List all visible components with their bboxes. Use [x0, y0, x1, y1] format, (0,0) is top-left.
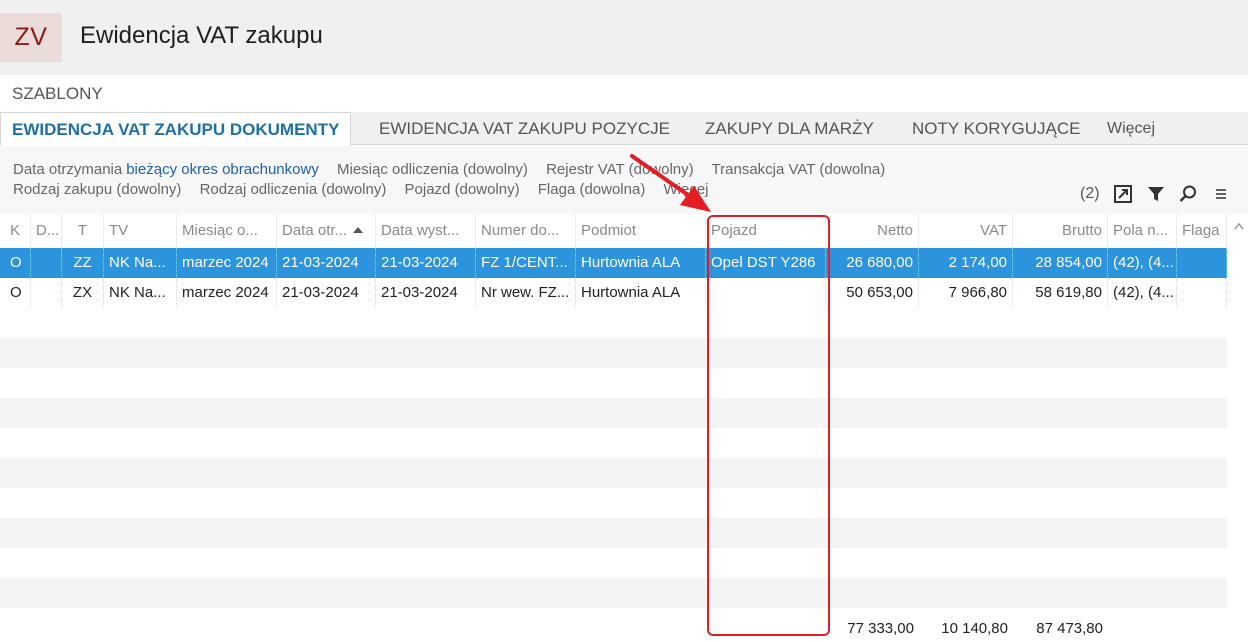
filter-icon[interactable] — [1145, 183, 1167, 205]
filter-data-otrzymania-label: Data otrzymania — [13, 161, 123, 178]
filter-wiecej[interactable]: Więcej — [664, 181, 709, 198]
column-header-pola-numeryczne[interactable]: Pola n... — [1108, 214, 1177, 248]
empty-row — [0, 488, 1227, 518]
total-vat: 10 140,80 — [941, 620, 1008, 637]
empty-row — [0, 518, 1227, 548]
filter-miesiac-odliczenia[interactable]: Miesiąc odliczenia (dowolny) — [337, 161, 528, 178]
cell-numer-dokumentu: Nr wew. FZ... — [476, 278, 576, 308]
column-header-data-otrzymania[interactable]: Data otr... — [277, 214, 376, 248]
column-header-netto[interactable]: Netto — [826, 214, 919, 248]
cell-miesiac: marzec 2024 — [177, 248, 277, 278]
cell-podmiot: Hurtownia ALA — [576, 278, 706, 308]
cell-miesiac: marzec 2024 — [177, 278, 277, 308]
cell-netto: 50 653,00 — [826, 278, 919, 308]
filter-rodzaj-odliczenia[interactable]: Rodzaj odliczenia (dowolny) — [200, 181, 387, 198]
filter-flaga[interactable]: Flaga (dowolna) — [538, 181, 646, 198]
empty-row — [0, 368, 1227, 398]
filter-data-otrzymania-value[interactable]: bieżący okres obrachunkowy — [126, 161, 319, 178]
empty-row — [0, 578, 1227, 608]
cell-podmiot: Hurtownia ALA — [576, 248, 706, 278]
column-header-miesiac[interactable]: Miesiąc o... — [177, 214, 277, 248]
cell-flaga — [1177, 248, 1227, 278]
cell-t: ZX — [62, 278, 104, 308]
cell-numer-dokumentu: FZ 1/CENT... — [476, 248, 576, 278]
scroll-up-icon[interactable] — [1234, 222, 1244, 230]
column-header-podmiot[interactable]: Podmiot — [576, 214, 706, 248]
cell-pola-numeryczne: (42), (4... — [1108, 248, 1177, 278]
empty-row — [0, 398, 1227, 428]
cell-data-otrzymania: 21-03-2024 — [277, 248, 376, 278]
total-brutto: 87 473,80 — [1036, 620, 1103, 637]
annotation-highlight-box — [707, 215, 830, 636]
total-netto: 77 333,00 — [847, 620, 914, 637]
column-header-t[interactable]: T — [62, 214, 104, 248]
cell-data-otrzymania: 21-03-2024 — [277, 278, 376, 308]
tab-noty-korygujace[interactable]: NOTY KORYGUJĄCE — [912, 112, 1080, 145]
search-icon[interactable] — [1177, 183, 1199, 205]
cell-netto: 26 680,00 — [826, 248, 919, 278]
export-icon[interactable] — [1112, 183, 1134, 205]
column-header-data-otrzymania-label: Data otr... — [282, 222, 348, 239]
empty-row — [0, 338, 1227, 368]
table-row[interactable]: O ZX NK Na... marzec 2024 21-03-2024 21-… — [0, 278, 1227, 308]
column-header-numer-dokumentu[interactable]: Numer do... — [476, 214, 576, 248]
templates-label: SZABLONY — [12, 84, 103, 103]
sort-ascending-icon — [353, 227, 364, 234]
cell-t: ZZ — [62, 248, 104, 278]
table-row[interactable]: O ZZ NK Na... marzec 2024 21-03-2024 21-… — [0, 248, 1227, 278]
data-grid: K D... T TV Miesiąc o... Data otr... Dat… — [0, 214, 1248, 642]
cell-vat: 2 174,00 — [919, 248, 1013, 278]
column-header-flaga[interactable]: Flaga — [1177, 214, 1227, 248]
cell-tv: NK Na... — [104, 278, 177, 308]
cell-k: O — [5, 278, 31, 308]
tab-bar: EWIDENCJA VAT ZAKUPU DOKUMENTY EWIDENCJA… — [0, 112, 1248, 146]
filter-rejestr-vat[interactable]: Rejestr VAT (dowolny) — [546, 161, 694, 178]
empty-row — [0, 458, 1227, 488]
column-header-data-wystawienia[interactable]: Data wyst... — [376, 214, 476, 248]
filter-row-2: Rodzaj zakupu (dowolny) Rodzaj odliczeni… — [13, 181, 723, 198]
cell-k: O — [5, 248, 31, 278]
cell-data-wystawienia: 21-03-2024 — [376, 278, 476, 308]
window-title: Ewidencja VAT zakupu — [80, 22, 323, 49]
totals-row: 77 333,00 10 140,80 87 473,80 — [0, 616, 1227, 642]
empty-row — [0, 308, 1227, 338]
filter-transakcja-vat[interactable]: Transakcja VAT (dowolna) — [712, 161, 886, 178]
menu-icon[interactable] — [1210, 183, 1232, 205]
tab-dokumenty[interactable]: EWIDENCJA VAT ZAKUPU DOKUMENTY — [0, 112, 352, 146]
column-header-k[interactable]: K — [5, 214, 31, 248]
app-badge: ZV — [0, 13, 62, 62]
filter-rodzaj-zakupu[interactable]: Rodzaj zakupu (dowolny) — [13, 181, 181, 198]
filter-pojazd[interactable]: Pojazd (dowolny) — [405, 181, 520, 198]
cell-pola-numeryczne: (42), (4... — [1108, 278, 1177, 308]
tab-wiecej[interactable]: Więcej — [1107, 112, 1155, 145]
cell-vat: 7 966,80 — [919, 278, 1013, 308]
empty-row — [0, 548, 1227, 578]
cell-tv: NK Na... — [104, 248, 177, 278]
tab-zakupy-marzy[interactable]: ZAKUPY DLA MARŻY — [705, 112, 874, 145]
cell-flaga — [1177, 278, 1227, 308]
app-header: ZV Ewidencja VAT zakupu — [0, 0, 1248, 75]
filter-panel: Data otrzymania bieżący okres obrachunkow… — [0, 146, 1248, 214]
cell-d — [31, 278, 62, 308]
cell-brutto: 58 619,80 — [1013, 278, 1108, 308]
tab-pozycje[interactable]: EWIDENCJA VAT ZAKUPU POZYCJE — [379, 112, 670, 145]
empty-row — [0, 428, 1227, 458]
column-header-d[interactable]: D... — [31, 214, 62, 248]
vertical-scrollbar[interactable] — [1230, 214, 1248, 642]
filter-row-1: Data otrzymania bieżący okres obrachunkow… — [13, 161, 899, 178]
cell-data-wystawienia: 21-03-2024 — [376, 248, 476, 278]
column-header-tv[interactable]: TV — [104, 214, 177, 248]
filter-count: (2) — [1080, 185, 1100, 202]
cell-d — [31, 248, 62, 278]
column-header-vat[interactable]: VAT — [919, 214, 1013, 248]
cell-brutto: 28 854,00 — [1013, 248, 1108, 278]
column-header-brutto[interactable]: Brutto — [1013, 214, 1108, 248]
